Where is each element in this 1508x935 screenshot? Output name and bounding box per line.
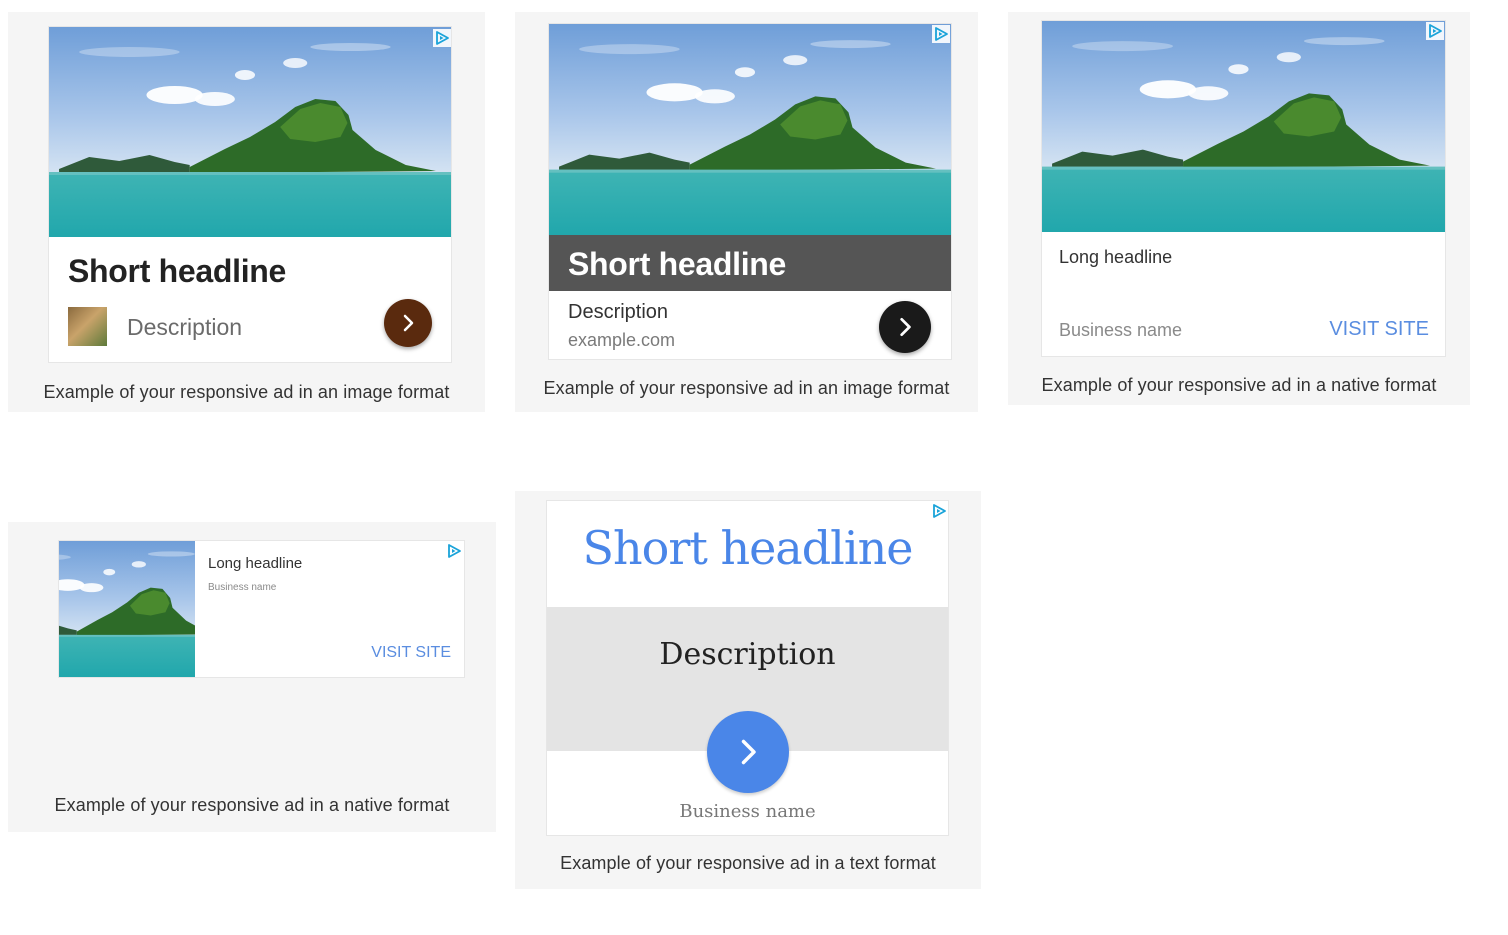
adchoices-icon[interactable] [433, 29, 451, 47]
ad-description: Description [127, 314, 243, 340]
ad-preview-panel-3: Long headline Business name VISIT SITE E… [1008, 12, 1470, 405]
image-ad-card-2[interactable]: Short headline Description example.com [549, 24, 951, 359]
ad-headline[interactable]: Short headline [547, 521, 948, 575]
adchoices-icon[interactable] [445, 542, 463, 560]
ad-image [49, 27, 451, 237]
image-ad-card-1[interactable]: Short headline Description [49, 27, 451, 362]
ad-caption: Example of your responsive ad in a nativ… [1041, 375, 1437, 395]
next-button[interactable] [707, 711, 789, 793]
ad-preview-panel-1: Short headline Description Example of yo… [8, 12, 485, 412]
ad-headline[interactable]: Long headline [1059, 247, 1172, 268]
adchoices-icon[interactable] [932, 25, 950, 43]
ad-caption: Example of your responsive ad in an imag… [43, 382, 450, 402]
business-name: Business name [679, 801, 816, 822]
ad-headline[interactable]: Long headline [208, 555, 302, 572]
ad-caption: Example of your responsive ad in a text … [560, 853, 936, 873]
ad-headline[interactable]: Short headline [68, 253, 286, 290]
ad-url[interactable]: example.com [568, 330, 675, 351]
ad-preview-panel-4: Long headline Business name VISIT SITE E… [8, 522, 496, 832]
next-button[interactable] [384, 299, 432, 347]
ad-caption: Example of your responsive ad in an imag… [543, 378, 950, 398]
native-ad-card-1[interactable]: Long headline Business name VISIT SITE [1042, 21, 1445, 356]
text-ad-card[interactable]: Short headline Description Business name [547, 501, 948, 835]
ad-image [549, 24, 951, 235]
ad-image [59, 541, 195, 677]
chevron-right-icon [403, 314, 414, 332]
adchoices-icon[interactable] [1426, 22, 1444, 40]
ad-description: Description [568, 301, 669, 323]
business-name: Business name [208, 582, 277, 593]
visit-site-link[interactable]: VISIT SITE [371, 644, 451, 662]
ad-preview-panel-5: Short headline Description Business name… [515, 491, 981, 889]
visit-site-link[interactable]: VISIT SITE [1329, 318, 1429, 341]
adchoices-icon[interactable] [930, 502, 948, 520]
native-ad-card-2[interactable]: Long headline Business name VISIT SITE [59, 541, 464, 677]
business-name: Business name [1059, 320, 1183, 340]
chevron-right-icon [741, 739, 756, 765]
thumbnail-icon [68, 307, 107, 346]
next-button[interactable] [879, 301, 931, 353]
ad-description: Description [659, 637, 836, 672]
ad-image [1042, 21, 1445, 232]
ad-headline[interactable]: Short headline [568, 246, 786, 283]
ad-caption: Example of your responsive ad in a nativ… [54, 795, 450, 815]
ad-preview-panel-2: Short headline Description example.com E… [515, 12, 978, 412]
chevron-right-icon [900, 317, 911, 337]
